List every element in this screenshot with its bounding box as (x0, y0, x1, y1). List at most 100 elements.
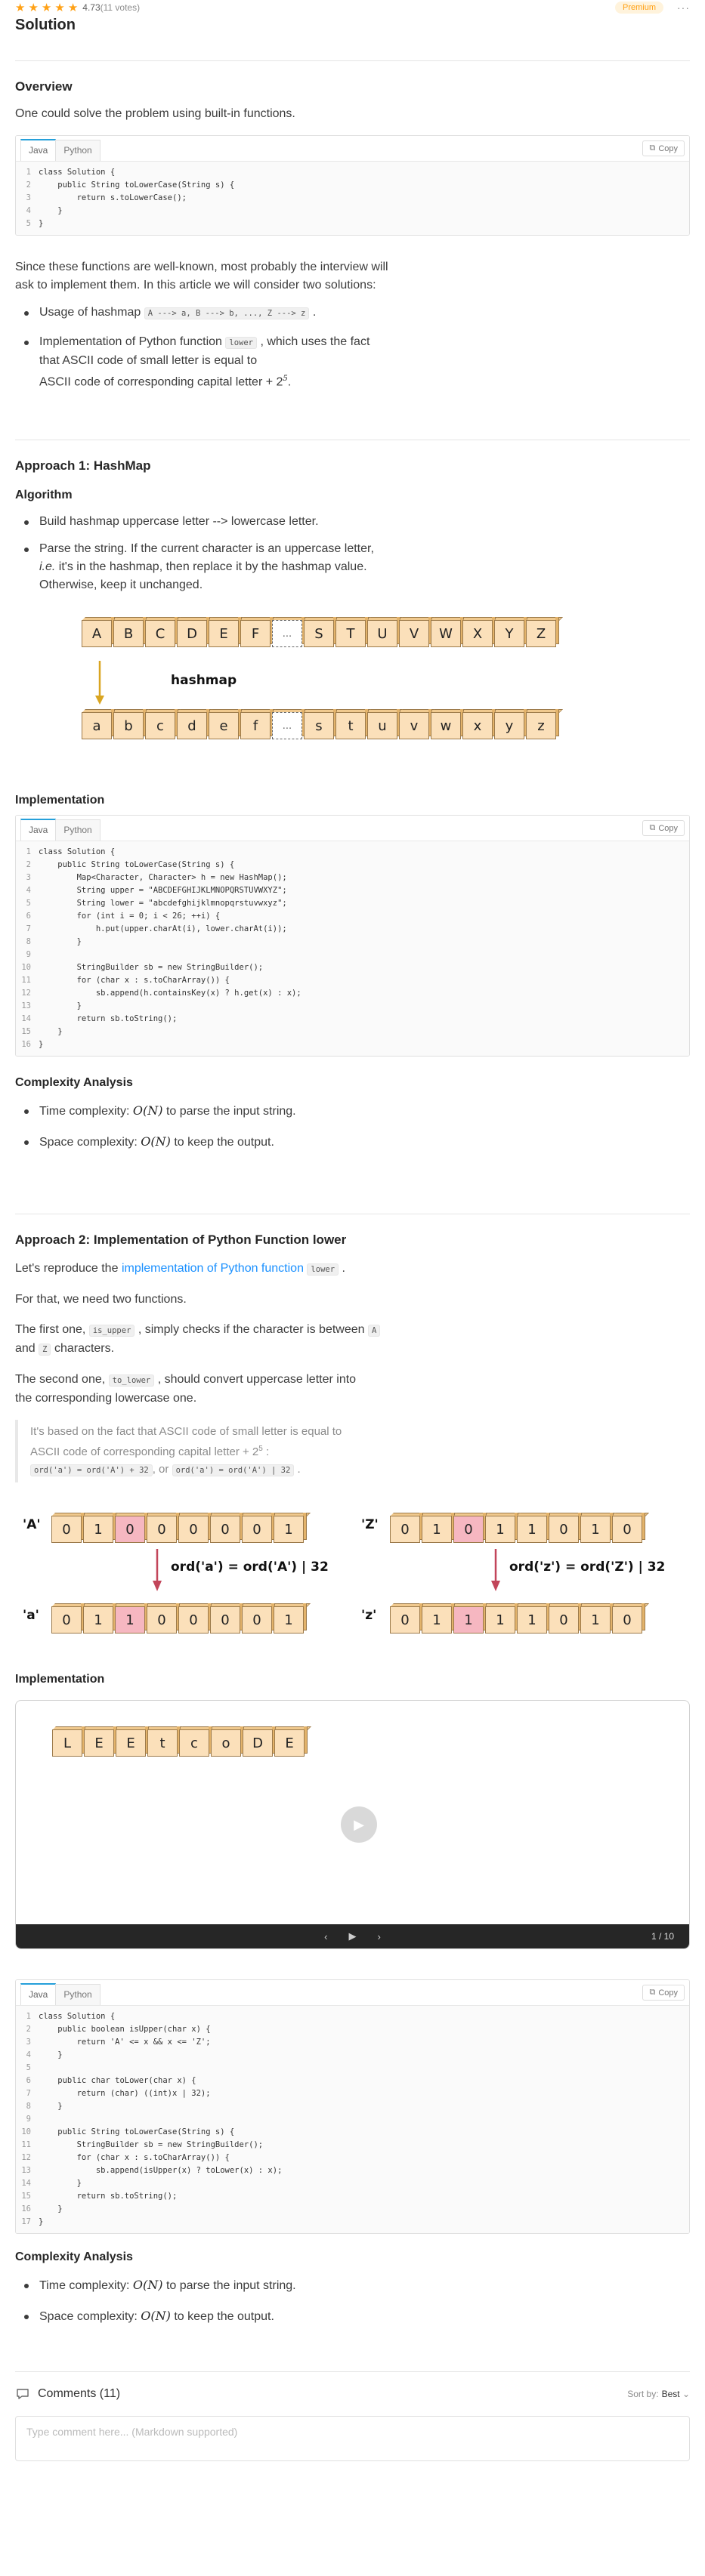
uppercase-cell: S (304, 617, 341, 648)
line-number: 3 (26, 873, 31, 883)
bullet-text: to parse the input string. (165, 1105, 296, 1118)
note-text: , or (152, 1463, 169, 1476)
overview-para-line2: ask to implement them. In this article w… (15, 279, 376, 292)
para-text: The second one, (15, 1373, 106, 1387)
cell-label: t (335, 712, 366, 740)
tab-python[interactable]: Python (55, 140, 100, 161)
list-item: Parse the string. If the current charact… (15, 540, 690, 594)
uppercase-cell: A (82, 617, 119, 648)
overview-intro: One could solve the problem using built-… (15, 107, 295, 120)
cell-label: 0 (115, 1516, 145, 1544)
bit-cell: 0 (51, 1603, 88, 1634)
more-options-button[interactable]: ··· (677, 2, 690, 14)
star-icon[interactable]: ★ (15, 2, 25, 14)
cell-label: 1 (580, 1516, 611, 1544)
star-icon[interactable]: ★ (42, 2, 51, 14)
cell-label: z (526, 712, 556, 740)
uppercase-cell: V (399, 617, 436, 648)
play-icon[interactable]: ▶ (341, 1806, 377, 1843)
bit-cell: 0 (178, 1603, 215, 1634)
line-number: 2 (26, 860, 31, 870)
cell-label: 0 (210, 1516, 240, 1544)
uppercase-cell: ... (272, 617, 309, 648)
code-block-builtin: Java Python ⧉ Copy 1 class Solution {2 pub… (15, 135, 690, 236)
animation-letter-cell: E (274, 1726, 311, 1757)
uppercase-cell: W (431, 617, 468, 648)
cell-label: d (177, 712, 207, 740)
tab-java[interactable]: Java (20, 1983, 57, 2006)
tab-java[interactable]: Java (20, 819, 57, 841)
list-item: Time complexity: O(N) to parse the input… (15, 1102, 690, 1121)
divider (15, 60, 690, 61)
cell-label: b (113, 712, 144, 740)
tab-python[interactable]: Python (55, 819, 100, 841)
cell-label: ... (272, 620, 302, 648)
code-tabs: Java Python ⧉ Copy (16, 816, 689, 842)
bit-cell: 0 (612, 1513, 649, 1544)
cell-label: 1 (83, 1516, 113, 1544)
bit-cell: 1 (580, 1513, 617, 1544)
code-tabs: Java Python ⧉ Copy (16, 1980, 689, 2007)
lowercase-cell: s (304, 709, 341, 740)
code-body: 1 class Solution {2 public boolean isUppe… (16, 2006, 689, 2234)
line-number: 5 (26, 219, 31, 228)
sort-dropdown[interactable]: Sort by: Best ⌄ (627, 2389, 690, 2399)
para-text: and (15, 1342, 36, 1356)
line-number: 10 (21, 963, 31, 973)
star-icon[interactable]: ★ (54, 2, 64, 14)
line-number: 12 (21, 989, 31, 998)
overview-list: Usage of hashmap A ---> a, B ---> b, ...… (15, 304, 690, 391)
animation-letter-cell: t (147, 1726, 184, 1757)
copy-button[interactable]: ⧉ Copy (642, 140, 685, 156)
down-arrow-icon (491, 1549, 500, 1592)
code-line: 3 return s.toLowerCase(); (16, 192, 689, 205)
tab-java[interactable]: Java (20, 139, 57, 161)
lowercase-cell: b (113, 709, 150, 740)
line-number: 16 (21, 1040, 31, 1050)
uppercase-cell: Z (526, 617, 563, 648)
code-line: 6 public char toLower(char x) { (16, 2075, 689, 2087)
comment-input[interactable]: Type comment here... (Markdown supported… (15, 2416, 690, 2462)
cell-label: 0 (51, 1606, 82, 1634)
play-pause-icon[interactable]: ▶ (349, 1930, 357, 1942)
line-number: 2 (26, 2025, 31, 2035)
copy-button[interactable]: ⧉ Copy (642, 1985, 685, 2001)
cell-label: 0 (612, 1516, 642, 1544)
cell-label: 0 (178, 1606, 209, 1634)
animation-letter-cell: c (179, 1726, 216, 1757)
list-item: Build hashmap uppercase letter --> lower… (15, 513, 690, 531)
line-number: 1 (26, 2012, 31, 2022)
cell-label: f (240, 712, 271, 740)
bullet-text: Parse the string. If the current charact… (39, 542, 374, 556)
code-text: sb.append(h.containsKey(x) ? h.get(x) : … (39, 989, 301, 998)
prev-frame-icon[interactable]: ‹ (324, 1931, 327, 1942)
tab-python[interactable]: Python (55, 1984, 100, 2006)
bit-cell: 0 (51, 1513, 88, 1544)
hashmap-diagram: A B C D E F... S T U V W X Y Z hashmap a b c d e f... s t u v w… (15, 617, 690, 760)
next-frame-icon[interactable]: › (378, 1931, 381, 1942)
bullet-text: . (287, 375, 292, 389)
bit-cell: 1 (517, 1603, 554, 1634)
python-lower-link[interactable]: implementation of Python function (122, 1262, 304, 1275)
line-number: 7 (26, 924, 31, 934)
cell-label: 0 (242, 1606, 272, 1634)
uppercase-cell: E (209, 617, 246, 648)
lowercase-cell: v (399, 709, 436, 740)
rating-stars[interactable]: ★ ★ ★ ★ ★ (15, 2, 78, 14)
cell-label: w (431, 712, 461, 740)
bit-cell: 1 (274, 1603, 311, 1634)
lowercase-cell: a (82, 709, 119, 740)
copy-button[interactable]: ⧉ Copy (642, 820, 685, 837)
code-text: } (39, 1027, 63, 1037)
code-line: 13 sb.append(isUpper(x) ? toLower(x) : x… (16, 2164, 689, 2177)
bullet-text: ASCII code of corresponding capital lett… (39, 375, 283, 389)
cell-label: 0 (390, 1516, 420, 1544)
bit-cell: 1 (517, 1513, 554, 1544)
bit-cell: 0 (242, 1513, 279, 1544)
line-number: 5 (26, 2063, 31, 2073)
code-line: 15 return sb.toString(); (16, 2190, 689, 2203)
bullet-text: , which uses the fact (260, 335, 370, 348)
star-icon[interactable]: ★ (28, 2, 38, 14)
cell-label: 1 (580, 1606, 611, 1634)
star-icon[interactable]: ★ (68, 2, 78, 14)
